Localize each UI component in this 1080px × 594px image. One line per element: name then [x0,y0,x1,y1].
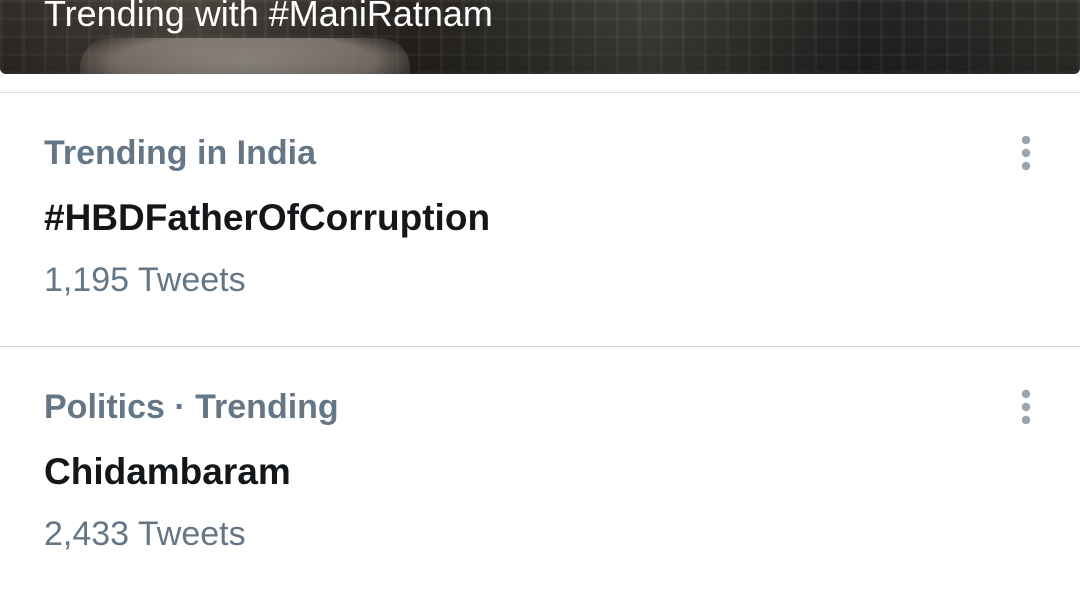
more-vertical-icon [1021,389,1031,425]
banner-title: Trending with #ManiRatnam [44,0,493,34]
trend-tweet-count: 2,433 Tweets [44,515,246,553]
trend-name: #HBDFatherOfCorruption [44,197,491,238]
trend-name: Chidambaram [44,451,291,492]
trend-more-button[interactable] [1006,131,1046,175]
more-vertical-icon [1021,135,1031,171]
trend-more-button[interactable] [1006,385,1046,429]
trend-item[interactable]: Politics · Trending Chidambaram 2,433 Tw… [0,347,1080,594]
trend-context: Politics · Trending [44,388,339,426]
trending-banner[interactable]: Trending with #ManiRatnam [0,0,1080,74]
explore-trends-page: Trending with #ManiRatnam Trending in In… [0,0,1080,594]
trend-tweet-count: 1,195 Tweets [44,261,246,299]
trend-item[interactable]: Trending in India #HBDFatherOfCorruption… [0,93,1080,347]
trend-context: Trending in India [44,134,316,172]
